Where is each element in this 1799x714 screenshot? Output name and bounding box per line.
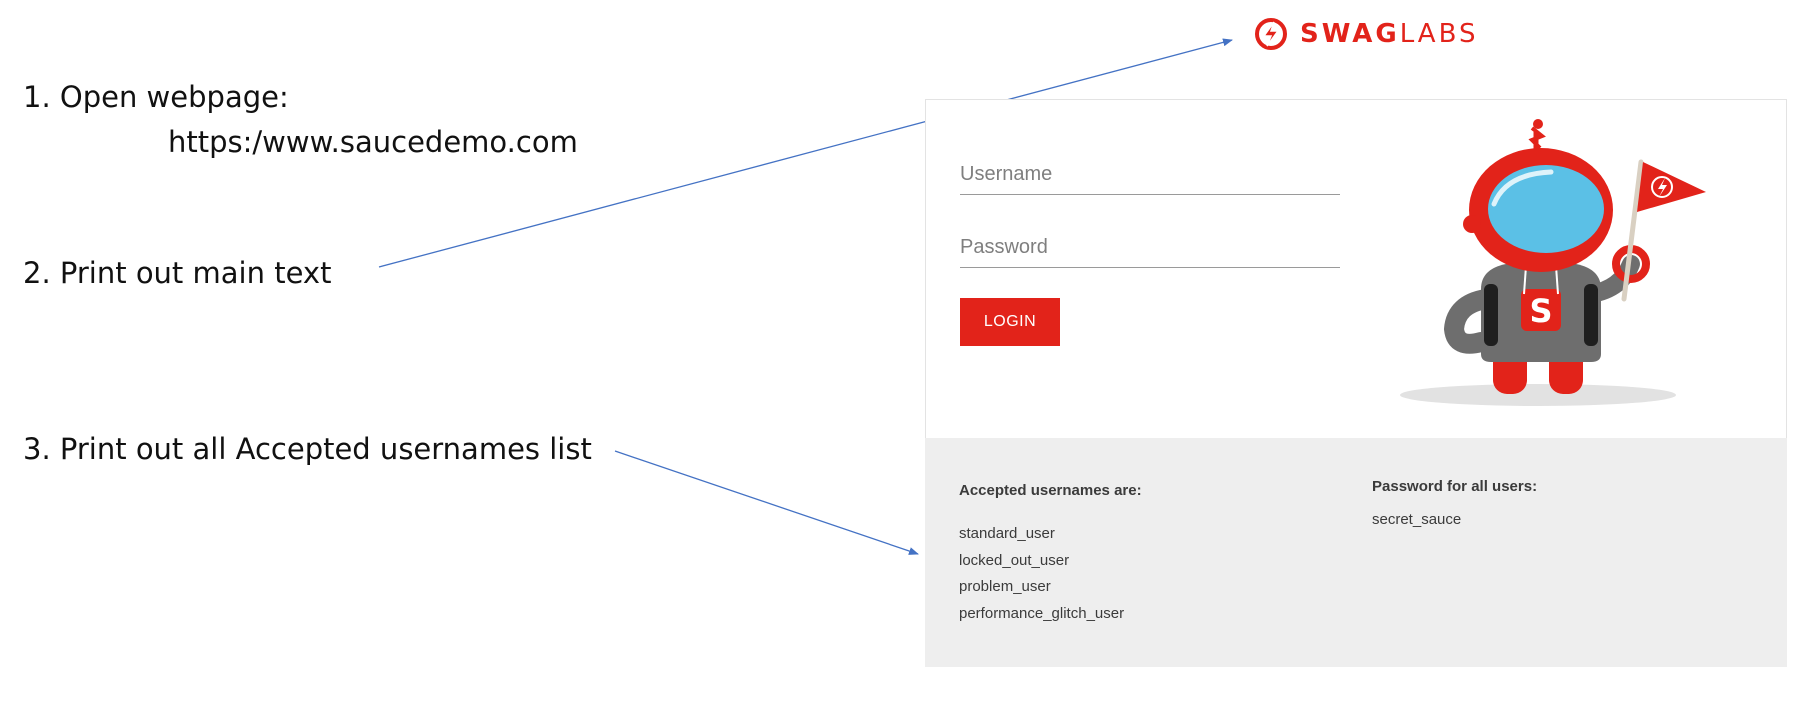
accepted-usernames-section: Accepted usernames are: standard_user lo…: [959, 482, 1142, 627]
step-2-text: 2. Print out main text: [23, 256, 332, 290]
password-input[interactable]: [960, 227, 1340, 268]
step-1-text: 1. Open webpage:: [23, 80, 289, 114]
password-heading: Password for all users:: [1372, 478, 1538, 495]
arrow-to-usernames: [614, 450, 919, 555]
username-list-item: standard_user: [959, 525, 1055, 542]
swag-labs-logo: SWAGLABS: [1254, 14, 1478, 54]
login-button[interactable]: LOGIN: [960, 298, 1060, 346]
svg-text:S: S: [1529, 292, 1552, 330]
step-3-text: 3. Print out all Accepted usernames list: [23, 432, 592, 466]
username-list-item: problem_user: [959, 578, 1051, 595]
credentials-panel: Accepted usernames are: standard_user lo…: [925, 438, 1787, 667]
username-list-item: locked_out_user: [959, 551, 1070, 569]
accepted-usernames-heading: Accepted usernames are:: [959, 482, 1142, 499]
password-section: Password for all users: secret_sauce: [1372, 478, 1537, 528]
username-input[interactable]: [960, 154, 1340, 195]
logo-text-bold: SWAG: [1300, 19, 1400, 49]
shared-password-value: secret_sauce: [1372, 511, 1462, 528]
step-1-url: https:/www.saucedemo.com: [168, 125, 578, 159]
logo-wordmark: SWAGLABS: [1300, 19, 1478, 49]
accepted-usernames-list: standard_user locked_out_user problem_us…: [959, 521, 1142, 627]
username-list-item: performance_glitch_user: [959, 604, 1125, 622]
login-card: LOGIN S: [925, 99, 1787, 438]
logo-text-light: LABS: [1399, 19, 1479, 49]
robot-mascot-illustration: S: [1400, 119, 1706, 406]
swag-labs-bolt-icon: [1255, 18, 1287, 50]
